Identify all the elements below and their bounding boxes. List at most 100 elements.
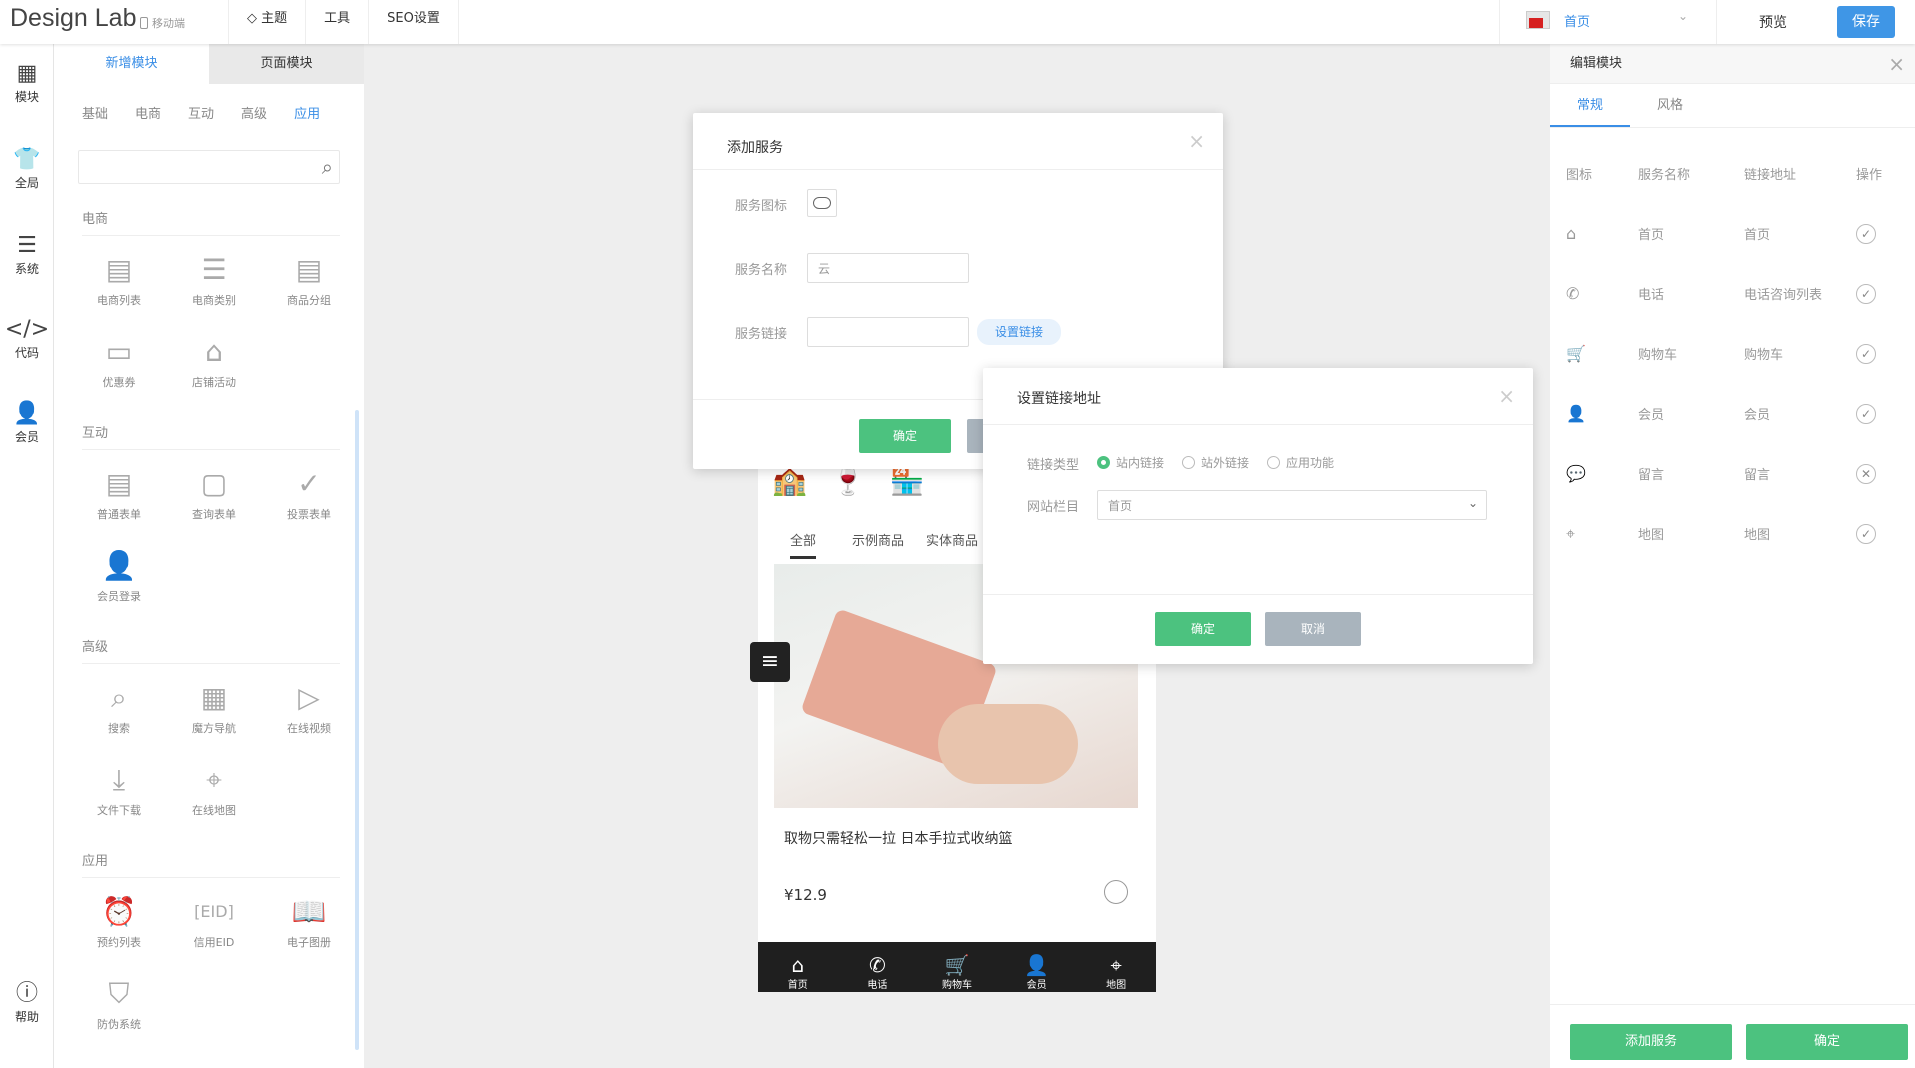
bottom-nav-home[interactable]: ⌂ 首页 <box>758 942 838 992</box>
bottom-nav-cart[interactable]: 🛒 购物车 <box>917 942 997 992</box>
service-row[interactable]: 💬 留言 留言 ✕ <box>1550 444 1915 504</box>
service-name-label: 服务名称 <box>735 263 788 278</box>
service-table-header: 图标 服务名称 链接地址 操作 <box>1550 144 1915 204</box>
module-cube-nav[interactable]: ▦ 魔方导航 <box>169 676 259 736</box>
video-icon: ▷ <box>298 681 320 714</box>
phone-icon: ✆ <box>1566 284 1580 303</box>
mobile-toggle[interactable]: 移动端 <box>140 15 185 31</box>
close-icon[interactable]: × <box>1188 129 1205 153</box>
edit-module-panel: 编辑模块 × 常规 风格 图标 服务名称 链接地址 操作 ⌂ 首页 首页 ✓ ✆ … <box>1550 44 1915 1068</box>
module-shop-activity[interactable]: ⌂ 店铺活动 <box>169 330 259 390</box>
subtab-app[interactable]: 应用 <box>294 103 320 122</box>
leftbar-item-global[interactable]: 👕 全局 <box>0 146 54 191</box>
leftbar-item-member[interactable]: 👤 会员 <box>0 400 54 445</box>
service-row[interactable]: ⌖ 地图 地图 ✓ <box>1550 504 1915 564</box>
module-label: 投票表单 <box>287 508 331 521</box>
check-icon[interactable]: ✓ <box>1856 344 1876 364</box>
phone-tab-physical[interactable]: 实体商品 <box>926 530 978 549</box>
close-icon[interactable]: × <box>1498 384 1515 408</box>
service-row[interactable]: 👤 会员 会员 ✓ <box>1550 384 1915 444</box>
nav-seo[interactable]: SEO设置 <box>368 0 459 44</box>
page-select[interactable]: 首页 ⌄ <box>1499 0 1717 44</box>
radio-icon <box>1267 456 1281 469</box>
tab-style[interactable]: 风格 <box>1630 84 1710 127</box>
map-pin-icon: ⌖ <box>206 763 222 796</box>
module-credit-eid[interactable]: [EID] 信用EID <box>169 890 259 950</box>
check-icon[interactable]: ✓ <box>1856 524 1876 544</box>
phone-tab-sample[interactable]: 示例商品 <box>852 530 904 549</box>
radio-internal[interactable]: 站内链接 <box>1097 454 1164 471</box>
module-ecommerce-category[interactable]: ☰ 电商类别 <box>169 248 259 308</box>
phone-tab-all[interactable]: 全部 <box>790 530 817 559</box>
product-title[interactable]: 取物只需轻松一拉 日本手拉式收纳篮 <box>784 828 1012 848</box>
leftbar-label: 代码 <box>14 346 39 360</box>
service-row[interactable]: ✆ 电话 电话咨询列表 ✓ <box>1550 264 1915 324</box>
leftbar-item-code[interactable]: </> 代码 <box>0 316 54 361</box>
module-search-input[interactable]: ⌕ <box>78 150 340 184</box>
cross-icon[interactable]: ✕ <box>1856 464 1876 484</box>
module-form[interactable]: ▤ 普通表单 <box>74 462 164 522</box>
set-link-cancel-button[interactable]: 取消 <box>1265 612 1361 646</box>
subtab-ecommerce[interactable]: 电商 <box>135 103 161 122</box>
help-icon: ⓘ <box>15 981 38 1006</box>
module-query-form[interactable]: ▢ 查询表单 <box>169 462 259 522</box>
service-row[interactable]: 🛒 购物车 购物车 ✓ <box>1550 324 1915 384</box>
module-ecommerce-list[interactable]: ▤ 电商列表 <box>74 248 164 308</box>
service-icon-picker[interactable] <box>807 189 837 217</box>
module-online-map[interactable]: ⌖ 在线地图 <box>169 758 259 818</box>
leftbar-item-help[interactable]: ⓘ 帮助 <box>0 980 54 1025</box>
column-select[interactable]: 首页 ⌄ <box>1097 490 1487 520</box>
bottom-nav-phone[interactable]: ✆ 电话 <box>838 942 918 992</box>
subtab-interaction[interactable]: 互动 <box>188 103 214 122</box>
nav-tools[interactable]: 工具 <box>305 0 368 44</box>
service-name: 首页 <box>1638 228 1665 243</box>
bottom-nav-map[interactable]: ⌖ 地图 <box>1076 942 1156 992</box>
module-member-login[interactable]: 👤 会员登录 <box>74 544 164 604</box>
confirm-button[interactable]: 确定 <box>1746 1024 1908 1060</box>
coupon-icon: ▭ <box>105 335 133 368</box>
add-service-button[interactable]: 添加服务 <box>1570 1024 1732 1060</box>
set-link-button[interactable]: 设置链接 <box>977 319 1061 345</box>
bottom-nav-member[interactable]: 👤 会员 <box>997 942 1077 992</box>
preview-button[interactable]: 预览 <box>1717 12 1829 32</box>
radio-app-function[interactable]: 应用功能 <box>1267 454 1334 471</box>
leftbar-item-modules[interactable]: ▦ 模块 <box>0 60 54 105</box>
close-icon[interactable]: × <box>1888 44 1905 84</box>
add-cart-icon[interactable] <box>1104 880 1128 904</box>
leftbar-item-system[interactable]: ☰ 系统 <box>0 232 54 277</box>
tab-page-module[interactable]: 页面模块 <box>209 44 364 84</box>
check-circle-icon: ✓ <box>297 467 321 500</box>
subtab-advanced[interactable]: 高级 <box>241 103 267 122</box>
module-product-group[interactable]: ▤ 商品分组 <box>264 248 354 308</box>
add-service-confirm-button[interactable]: 确定 <box>859 419 951 453</box>
tab-general[interactable]: 常规 <box>1550 84 1630 127</box>
subtab-basic[interactable]: 基础 <box>82 103 108 122</box>
module-vote-form[interactable]: ✓ 投票表单 <box>264 462 354 522</box>
module-online-video[interactable]: ▷ 在线视频 <box>264 676 354 736</box>
service-link-label: 服务链接 <box>735 327 788 342</box>
module-search[interactable]: ⌕ 搜索 <box>74 676 164 736</box>
module-coupon[interactable]: ▭ 优惠券 <box>74 330 164 390</box>
module-ebook[interactable]: 📖 电子图册 <box>264 890 354 950</box>
save-button[interactable]: 保存 <box>1837 6 1895 38</box>
service-row[interactable]: ⌂ 首页 首页 ✓ <box>1550 204 1915 264</box>
service-name: 地图 <box>1638 528 1665 543</box>
theme-icon: ◇ <box>247 11 262 26</box>
module-label: 搜索 <box>108 722 130 735</box>
module-file-download[interactable]: ⤓ 文件下载 <box>74 758 164 818</box>
module-appointment[interactable]: ⏰ 预约列表 <box>74 890 164 950</box>
nav-theme[interactable]: ◇ 主题 <box>228 0 305 44</box>
search-icon[interactable]: ⌕ <box>322 155 333 179</box>
service-name-input[interactable]: 云 <box>807 253 969 283</box>
menu-icon[interactable]: ≡ <box>750 642 790 682</box>
check-icon[interactable]: ✓ <box>1856 284 1876 304</box>
radio-external[interactable]: 站外链接 <box>1182 454 1249 471</box>
check-icon[interactable]: ✓ <box>1856 404 1876 424</box>
cube-nav-icon: ▦ <box>200 681 228 714</box>
check-icon[interactable]: ✓ <box>1856 224 1876 244</box>
panel-scrollbar[interactable] <box>355 410 359 1050</box>
service-link-input[interactable] <box>807 317 969 347</box>
tab-new-module[interactable]: 新增模块 <box>54 44 209 84</box>
set-link-confirm-button[interactable]: 确定 <box>1155 612 1251 646</box>
module-anti-fake[interactable]: ⛉ 防伪系统 <box>74 972 164 1032</box>
